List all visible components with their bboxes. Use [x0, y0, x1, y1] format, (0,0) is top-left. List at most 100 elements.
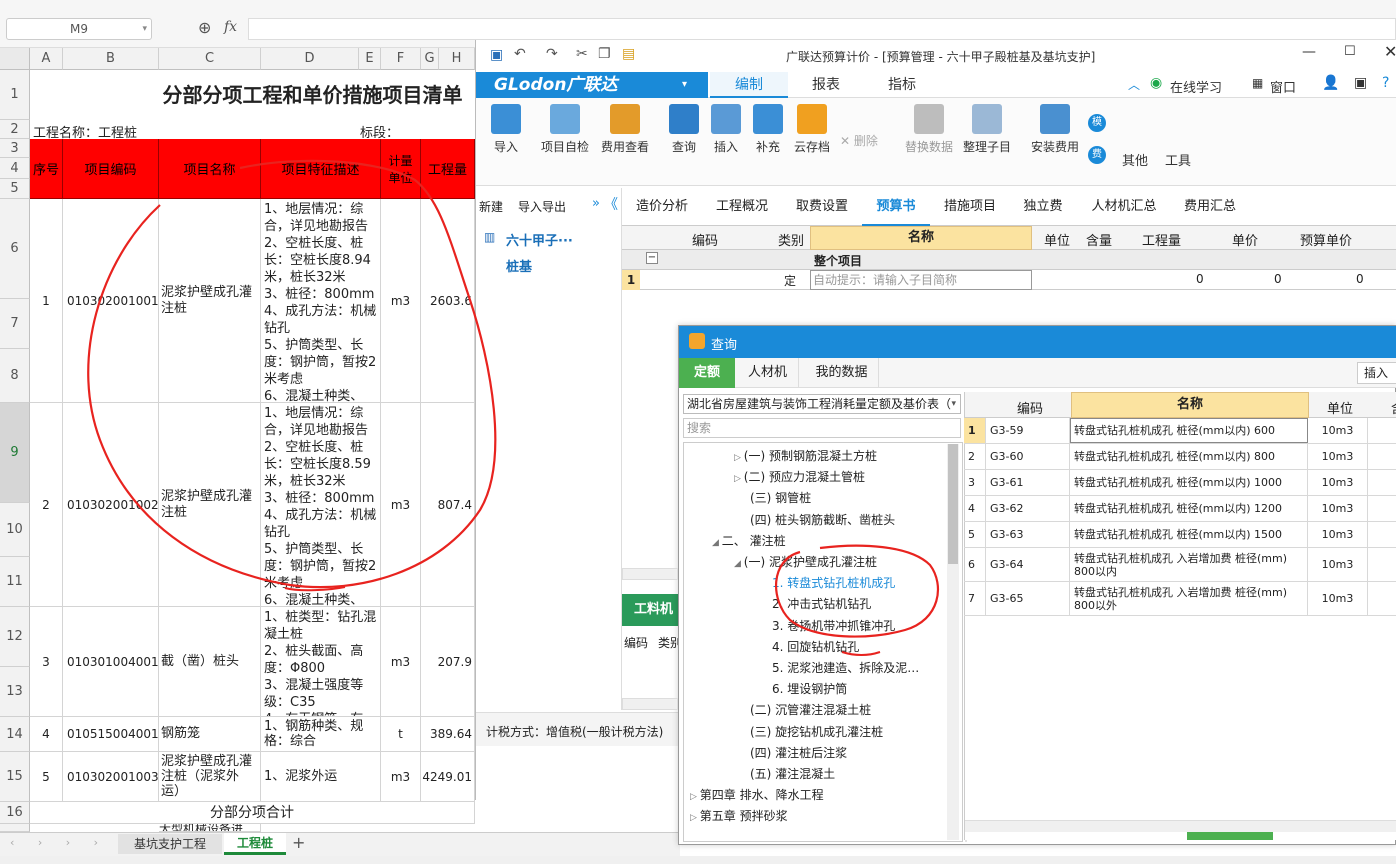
template-icon[interactable]: 模 [1088, 114, 1106, 132]
unit-cell[interactable]: m3 [381, 199, 421, 403]
tab-resources[interactable]: 人材机 [737, 358, 799, 388]
delete-button[interactable]: ✕ 删除 [840, 132, 878, 149]
tab-independent-fee[interactable]: 独立费 [1012, 188, 1074, 226]
zoom-icon[interactable]: ⊕ [198, 18, 211, 37]
expand-arrow-icon[interactable]: ▷ [690, 813, 700, 823]
insert-button[interactable]: 插入 [706, 104, 746, 155]
subtotal-cell[interactable]: 分部分项合计 [30, 802, 475, 824]
code-cell[interactable]: 010302001002 [63, 403, 159, 607]
unit-cell[interactable]: m3 [381, 752, 421, 802]
online-learning-link[interactable]: 在线学习 [1170, 77, 1222, 96]
user-icon[interactable]: 👤 [1322, 75, 1339, 91]
fee-view-button[interactable]: 费用查看 [598, 104, 652, 155]
code-cell[interactable]: G3-60 [986, 444, 1070, 469]
paste-icon[interactable]: ▤ [622, 46, 635, 62]
unit-cell[interactable]: 10m3 [1308, 418, 1368, 443]
left-hscrollbar-2[interactable] [622, 698, 678, 710]
formula-input[interactable] [248, 18, 1396, 40]
feature-cell[interactable]: 1、桩类型：钻孔混凝土桩 2、桩头截面、高度：Φ800 3、混凝土强度等级：C3… [261, 607, 381, 717]
row-header[interactable]: 11 [0, 557, 30, 607]
name-cell[interactable]: 转盘式钻孔桩机成孔 桩径(mm以内) 600 [1070, 418, 1308, 443]
row-header[interactable]: 13 [0, 667, 30, 717]
tree-node[interactable]: 6. 埋设钢护筒 [772, 680, 847, 697]
tab-resource-summary[interactable]: 人材机汇总 [1082, 188, 1166, 226]
tree-node[interactable]: (三) 旋挖钻机成孔灌注桩 [750, 723, 883, 740]
row-header[interactable]: 5 [0, 179, 30, 199]
tree-node[interactable]: 4. 回旋钻机钻孔 [772, 638, 859, 655]
tab-my-data[interactable]: 我的数据 [805, 358, 879, 388]
row-header[interactable]: 7 [0, 299, 30, 349]
online-learning-icon[interactable]: ◉ [1150, 75, 1162, 91]
row-header[interactable]: 6 [0, 199, 30, 299]
self-check-button[interactable]: 项目自检 [538, 104, 592, 155]
quota-library-select[interactable]: 湖北省房屋建筑与装饰工程消耗量定额及基价表（ ▾ [683, 394, 961, 414]
code-cell[interactable]: 010302001001 [63, 199, 159, 403]
expand-icon[interactable]: » [592, 196, 600, 211]
name-cell[interactable]: 转盘式钻孔桩机成孔 桩径(mm以内) 1500 [1070, 522, 1308, 547]
qty-cell[interactable]: 4249.01 [421, 752, 475, 802]
close-icon[interactable]: ✕ [1384, 42, 1396, 61]
tree-node[interactable]: (五) 灌注混凝土 [750, 765, 835, 782]
row-number-cell[interactable]: 1 [964, 418, 986, 443]
result-row[interactable]: 5 G3-63 转盘式钻孔桩机成孔 桩径(mm以内) 1500 10m3 [964, 522, 1396, 548]
unit-cell[interactable]: m3 [381, 607, 421, 717]
code-cell[interactable]: G3-64 [986, 548, 1070, 581]
feature-cell[interactable]: 1、泥浆外运 [261, 752, 381, 802]
row-header[interactable] [0, 824, 30, 832]
unit-cell[interactable]: 10m3 [1308, 444, 1368, 469]
column-header-g[interactable]: G [421, 48, 439, 70]
new-button[interactable]: 新建 [479, 198, 503, 215]
code-cell[interactable]: 010301004001 [63, 607, 159, 717]
grid-group-row[interactable]: − 整个项目 [622, 250, 1396, 270]
insert-button[interactable]: 插入 [1357, 362, 1396, 384]
column-header-c[interactable]: C [159, 48, 261, 70]
code-cell[interactable]: G3-59 [986, 418, 1070, 443]
feature-cell[interactable]: 1、地层情况：综合，详见地勘报告 2、空桩长度、桩长：空桩长度8.59米，桩长3… [261, 403, 381, 607]
seq-cell[interactable]: 1 [30, 199, 63, 403]
tab-project-overview[interactable]: 工程概况 [706, 188, 778, 226]
collapse-icon[interactable]: − [646, 252, 658, 264]
name-cell[interactable]: 截（凿）桩头 [159, 607, 261, 717]
column-header-d[interactable]: D [261, 48, 359, 70]
name-cell[interactable]: 转盘式钻孔桩机成孔 入岩增加费 桩径(mm) 800以外 [1070, 582, 1308, 615]
tree-node[interactable]: (四) 灌注桩后注浆 [750, 744, 847, 761]
collapse-ribbon-icon[interactable]: ︿ [1128, 76, 1140, 93]
row-header[interactable]: 4 [0, 158, 30, 179]
result-row[interactable]: 1 G3-59 转盘式钻孔桩机成孔 桩径(mm以内) 600 10m3 [964, 418, 1396, 444]
row-header[interactable]: 14 [0, 717, 30, 752]
qty-cell[interactable]: 2603.6 [421, 199, 475, 403]
tree-node[interactable]: (二) 沉管灌注混凝土桩 [750, 701, 871, 718]
save-icon[interactable]: ▣ [490, 47, 503, 63]
help-icon[interactable]: ? [1382, 75, 1389, 91]
seq-cell[interactable]: 5 [30, 752, 63, 802]
tree-node[interactable]: 1. 转盘式钻孔桩机成孔 [772, 574, 895, 591]
collapse-panel-icon[interactable]: 《 [604, 194, 618, 214]
code-cell[interactable]: G3-65 [986, 582, 1070, 615]
row-header[interactable]: 1 [0, 70, 30, 120]
tree-scrollbar[interactable] [947, 444, 959, 840]
organize-items-button[interactable]: 整理子目 [960, 104, 1014, 155]
select-all-corner[interactable] [0, 48, 30, 70]
sheet-tab-active[interactable]: 工程桩 [224, 833, 286, 855]
tree-node[interactable]: (四) 桩头钢筋截断、凿桩头 [750, 511, 895, 528]
content-cell[interactable] [1368, 582, 1396, 615]
tree-node[interactable]: ▷ 第四章 排水、降水工程 [690, 786, 824, 803]
content-cell[interactable] [1368, 522, 1396, 547]
row-header[interactable]: 15 [0, 752, 30, 802]
name-box[interactable]: M9 ▾ [6, 18, 152, 40]
tree-node[interactable]: ◢ (一) 泥浆护壁成孔灌注桩 [734, 553, 877, 570]
ribbon-tab-report[interactable]: 报表 [796, 72, 856, 98]
column-header-b[interactable]: B [63, 48, 159, 70]
row-header[interactable]: 10 [0, 503, 30, 557]
minimize-icon[interactable]: — [1302, 44, 1316, 60]
content-cell[interactable] [1368, 444, 1396, 469]
result-hscrollbar[interactable] [965, 820, 1396, 832]
feature-cell[interactable]: 1、钢筋种类、规格：综合 [261, 717, 381, 752]
name-input[interactable]: 自动提示：请输入子目简称 [810, 270, 1032, 290]
chevron-down-icon[interactable]: ▾ [142, 19, 147, 39]
scrollbar-thumb[interactable] [948, 444, 958, 564]
maximize-icon[interactable]: ☐ [1344, 44, 1356, 59]
code-cell[interactable]: G3-62 [986, 496, 1070, 521]
collapse-arrow-icon[interactable]: ◢ [712, 538, 722, 548]
cut-icon[interactable]: ✂ [576, 46, 588, 62]
